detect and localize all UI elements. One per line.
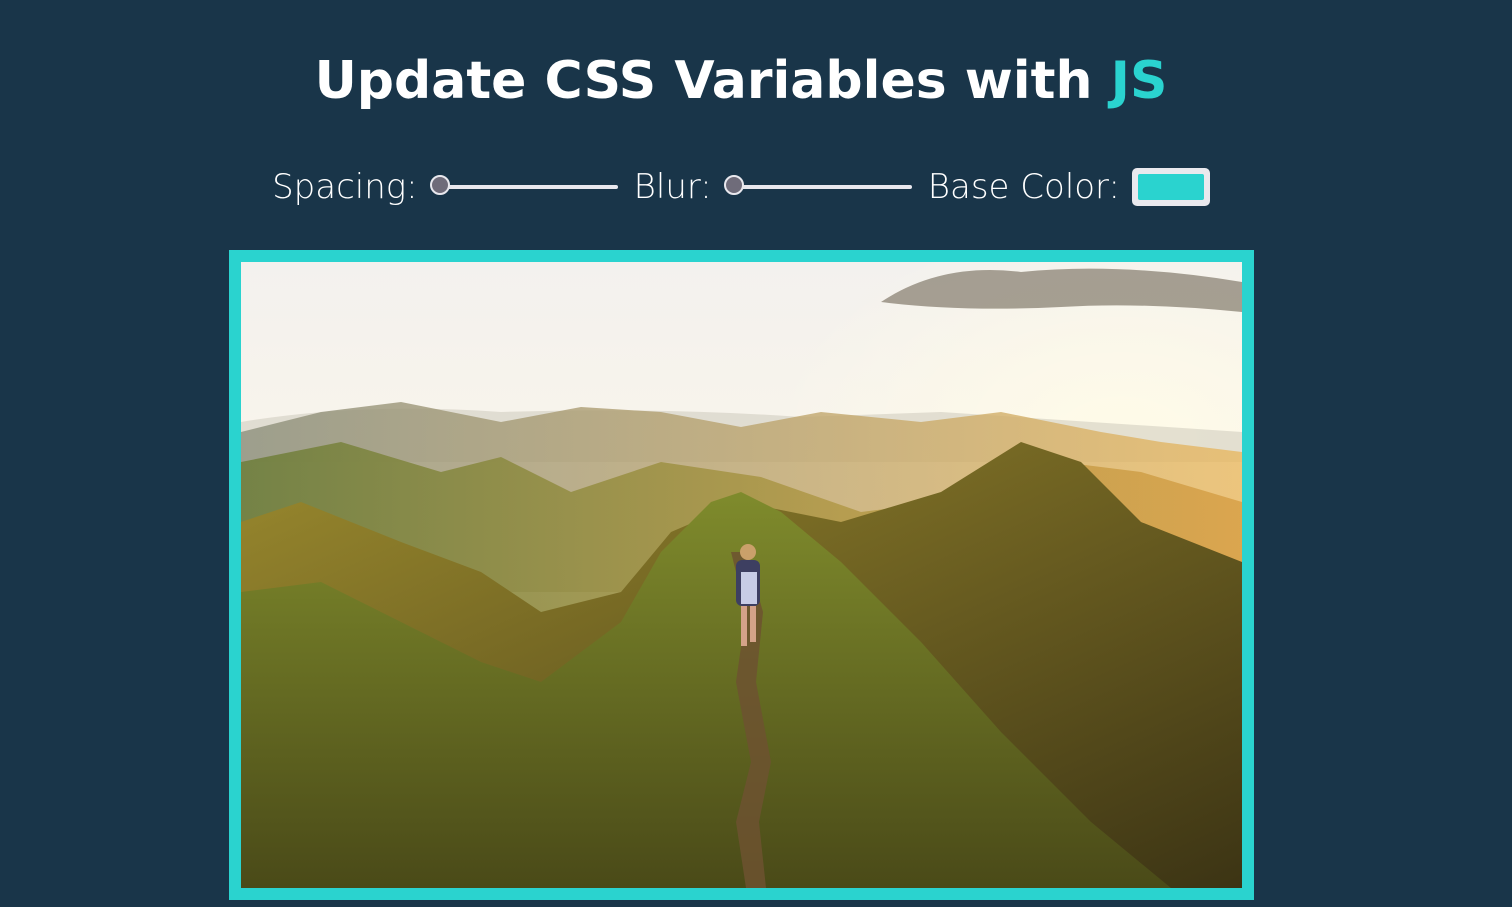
blur-slider-track (725, 185, 912, 189)
base-color-fill (1137, 174, 1204, 200)
blur-slider[interactable] (723, 175, 914, 199)
controls-bar: Spacing: Blur: Base Color: (0, 163, 1482, 211)
photo-illustration (241, 262, 1242, 888)
blur-label: Blur: (633, 167, 712, 207)
spacing-slider-track (431, 185, 618, 189)
spacing-slider[interactable] (429, 175, 620, 199)
page-title: Update CSS Variables with JS (0, 46, 1482, 116)
title-main: Update CSS Variables with (314, 51, 1093, 111)
spacing-label: Spacing: (272, 167, 418, 207)
base-color-picker[interactable] (1131, 168, 1210, 206)
title-highlight: JS (1110, 51, 1168, 111)
image-frame (229, 250, 1254, 900)
spacing-slider-thumb[interactable] (429, 175, 450, 195)
blur-slider-thumb[interactable] (723, 175, 744, 195)
base-color-label: Base Color: (927, 167, 1120, 207)
mountain-ridge-hiker-photo (241, 262, 1242, 888)
